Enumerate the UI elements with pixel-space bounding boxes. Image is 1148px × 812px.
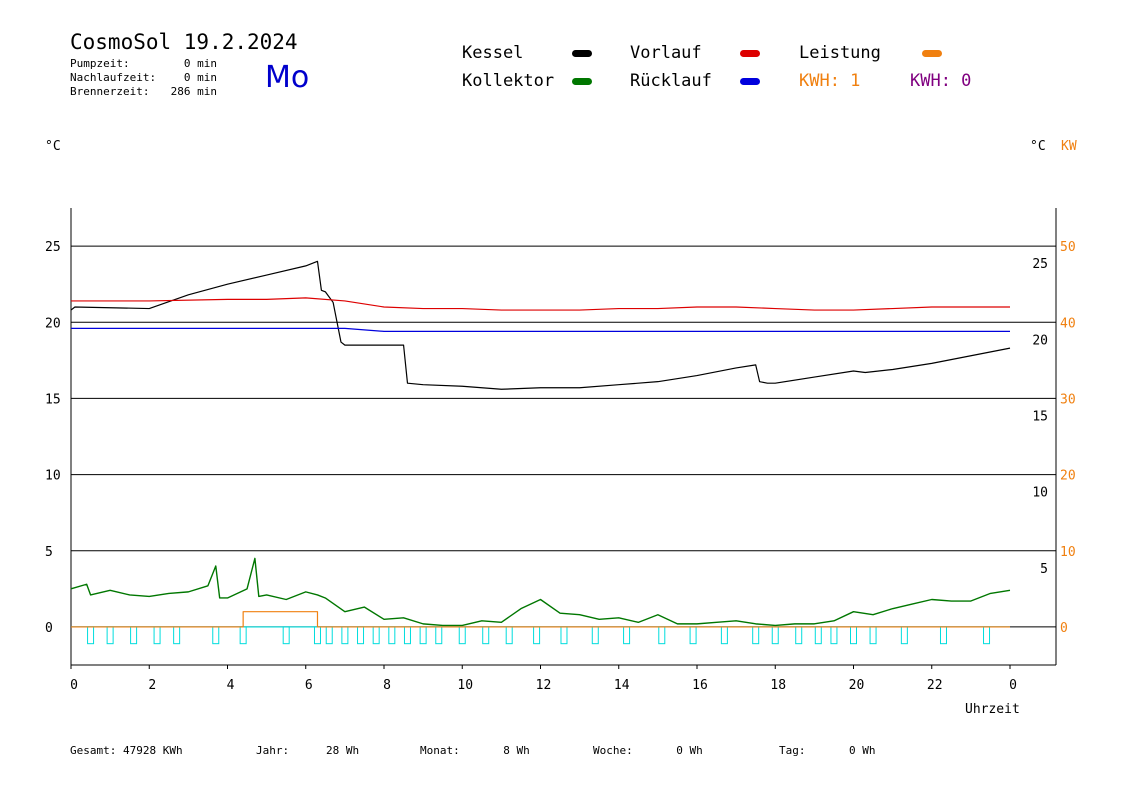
pump-pulse — [106, 626, 114, 645]
pump-pulse — [130, 626, 138, 645]
pump-pulse — [419, 626, 427, 645]
y-tick-right-kw: 30 — [1060, 392, 1076, 407]
pump-pulse — [372, 626, 380, 645]
pump-pulse — [560, 626, 568, 645]
pump-pulse — [869, 626, 877, 645]
footer-value: 47928 KWh — [122, 744, 183, 757]
footer-value: 0 Wh — [849, 744, 876, 757]
x-tick-label: 14 — [614, 678, 630, 693]
pump-pulse — [771, 626, 779, 645]
x-tick-label: 22 — [927, 678, 943, 693]
pump-pulse — [282, 626, 290, 645]
pump-pulse — [388, 626, 396, 645]
x-tick-label: 10 — [457, 678, 473, 693]
x-tick-label: 2 — [148, 678, 156, 693]
footer-tag: Tag: 0 Wh — [779, 744, 876, 757]
x-tick-label: 18 — [770, 678, 786, 693]
pump-pulse — [623, 626, 631, 645]
pump-pulse — [689, 626, 697, 645]
x-tick-label: 8 — [383, 678, 391, 693]
x-tick-label: 20 — [849, 678, 865, 693]
pump-pulse — [313, 626, 321, 645]
footer-value: 0 Wh — [676, 744, 703, 757]
y-tick-right: 15 — [1032, 409, 1048, 424]
x-tick-label: 16 — [692, 678, 708, 693]
y-tick-right-kw: 20 — [1060, 469, 1076, 484]
pump-pulse — [720, 626, 728, 645]
pump-pulse — [341, 626, 349, 645]
y-tick-left: 15 — [45, 392, 61, 407]
pump-pulse — [173, 626, 181, 645]
footer-label: Monat: — [420, 744, 460, 757]
y-tick-right-kw: 10 — [1060, 545, 1076, 560]
footer-label: Jahr: — [256, 744, 290, 757]
footer-value: 8 Wh — [503, 744, 530, 757]
pump-pulse — [325, 626, 333, 645]
pump-pulse — [900, 626, 908, 645]
pump-pulse — [850, 626, 857, 645]
pump-pulse — [658, 626, 666, 645]
x-tick-label: 4 — [227, 678, 235, 693]
pump-pulse — [830, 626, 838, 645]
pump-pulse — [591, 626, 599, 645]
y-tick-left: 10 — [45, 469, 61, 484]
series-ruecklauf — [71, 327, 1010, 332]
y-tick-right: 20 — [1032, 333, 1048, 348]
pump-pulse — [482, 626, 490, 645]
footer-label: Woche: — [593, 744, 633, 757]
pump-pulse — [752, 626, 760, 645]
y-tick-left: 0 — [45, 621, 53, 636]
footer-value: 28 Wh — [326, 744, 360, 757]
footer-label: Tag: — [779, 744, 806, 757]
pump-pulse — [435, 626, 443, 645]
pump-pulse — [212, 626, 220, 645]
footer-woche: Woche: 0 Wh — [593, 744, 703, 757]
y-tick-right-kw: 40 — [1060, 316, 1076, 331]
y-tick-right-kw: 50 — [1060, 240, 1076, 255]
x-tick-label: 6 — [305, 678, 313, 693]
series-kollektor — [70, 557, 1011, 627]
x-tick-label: 0 — [1009, 678, 1017, 693]
y-tick-right: 5 — [1040, 562, 1048, 577]
pump-pulse — [153, 626, 161, 645]
pump-pulse — [939, 626, 947, 645]
pump-pulse — [357, 626, 365, 645]
x-tick-label: 12 — [536, 678, 552, 693]
pump-pulse — [795, 626, 803, 645]
y-tick-left: 25 — [45, 240, 61, 255]
y-tick-left: 20 — [45, 316, 61, 331]
pump-pulse — [403, 626, 411, 645]
x-tick-label: 0 — [70, 678, 78, 693]
footer-monat: Monat: 8 Wh — [420, 744, 530, 757]
pump-pulse — [533, 626, 541, 645]
pump-pulse — [87, 626, 95, 645]
y-tick-left: 5 — [45, 545, 53, 560]
pump-pulse — [505, 626, 513, 645]
pump-pulse — [458, 626, 466, 645]
footer-jahr: Jahr: 28 Wh — [256, 744, 359, 757]
pump-pulse — [814, 626, 822, 645]
temperature-chart: 2520151050252015105504030201000 2 4 6 8 10 12 1… — [45, 208, 1076, 693]
footer-label: Gesamt: — [70, 744, 117, 757]
series-kessel — [70, 260, 1011, 390]
y-tick-right: 25 — [1032, 257, 1048, 272]
series-vorlauf — [71, 297, 1010, 311]
x-axis-label: Uhrzeit — [965, 702, 1020, 717]
y-tick-right-kw: 0 — [1060, 621, 1068, 636]
pump-pulse — [983, 626, 991, 645]
footer-gesamt: Gesamt: 47928 KWh — [70, 744, 183, 757]
pump-pulse — [239, 626, 247, 645]
y-tick-right: 10 — [1032, 486, 1048, 501]
